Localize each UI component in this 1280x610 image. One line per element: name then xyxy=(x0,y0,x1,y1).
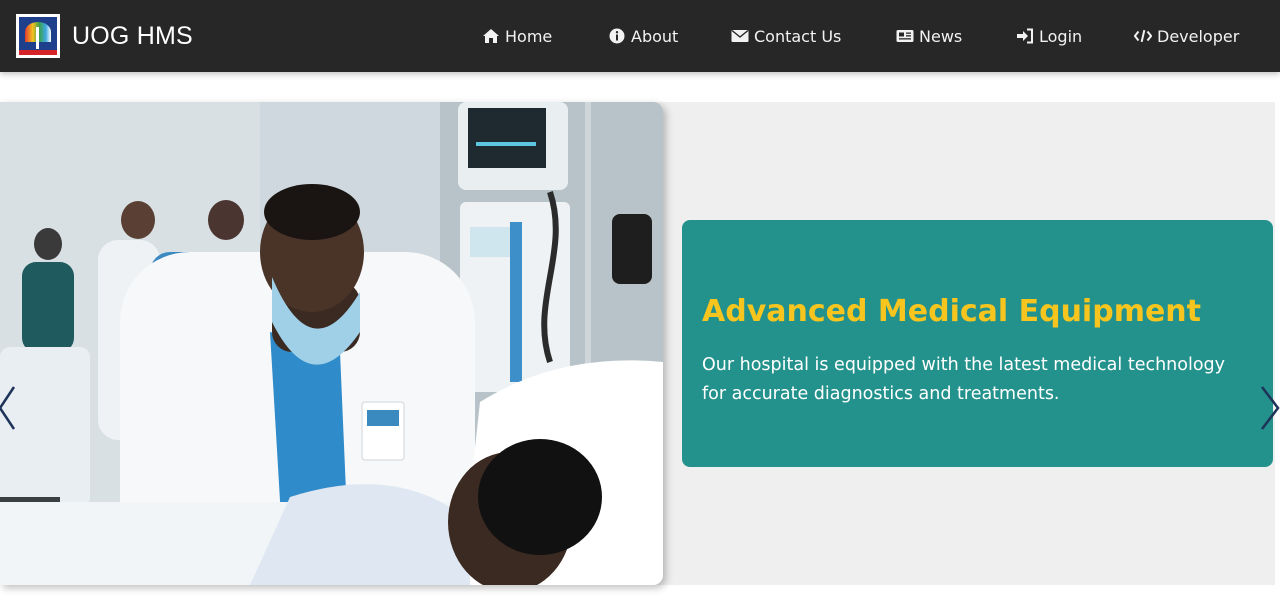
nav-home-link[interactable]: Home xyxy=(482,25,552,47)
slide-title: Advanced Medical Equipment xyxy=(702,294,1201,329)
hero-carousel: Advanced Medical Equipment Our hospital … xyxy=(0,102,1280,585)
slide-description: Our hospital is equipped with the latest… xyxy=(702,355,1226,404)
slide-caption: Advanced Medical Equipment Our hospital … xyxy=(682,220,1273,467)
nav-links: Home About Contact Us News Login Develop… xyxy=(0,0,1280,72)
home-icon xyxy=(483,29,499,43)
chevron-right-icon xyxy=(1261,386,1280,430)
newspaper-icon xyxy=(896,30,914,42)
photo-illustration xyxy=(0,102,663,585)
nav-news-label: News xyxy=(919,26,963,46)
nav-about-link[interactable]: About xyxy=(608,25,678,47)
nav-about-label: About xyxy=(631,26,679,46)
navbar: UOG HMS Home About Contact Us News Login… xyxy=(0,0,1280,72)
carousel-next-button[interactable] xyxy=(1258,385,1280,431)
code-icon xyxy=(1134,29,1152,43)
nav-news-link[interactable]: News xyxy=(896,25,962,47)
chevron-left-icon xyxy=(0,386,16,430)
nav-login-link[interactable]: Login xyxy=(1016,25,1082,47)
nav-login-label: Login xyxy=(1039,26,1083,46)
carousel-prev-button[interactable] xyxy=(0,385,24,431)
envelope-icon xyxy=(731,29,749,42)
nav-developer-link[interactable]: Developer xyxy=(1134,25,1239,47)
nav-developer-label: Developer xyxy=(1157,26,1240,46)
sign-in-icon xyxy=(1017,28,1033,44)
nav-home-label: Home xyxy=(505,26,553,46)
nav-contact-link[interactable]: Contact Us xyxy=(731,25,841,47)
info-icon xyxy=(609,28,625,44)
doctor-with-patient-photo xyxy=(0,102,663,585)
nav-contact-label: Contact Us xyxy=(754,26,842,46)
